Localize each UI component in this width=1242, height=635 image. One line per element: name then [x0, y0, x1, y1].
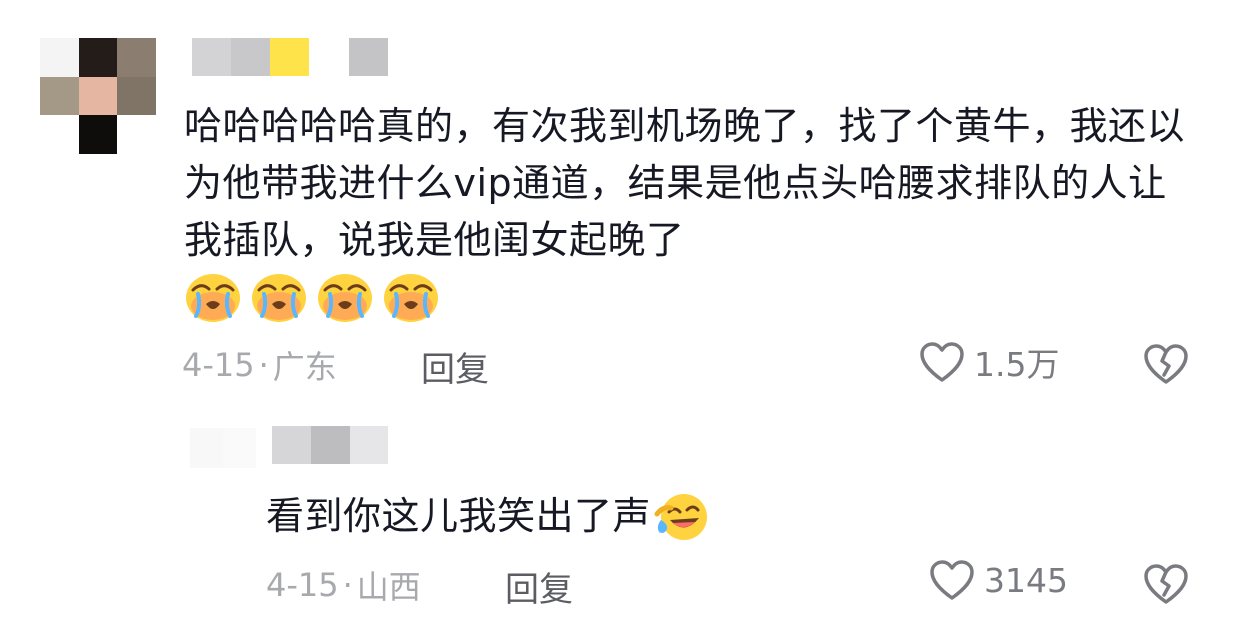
reply-date: 4-15 — [266, 566, 339, 604]
reply-reply-button[interactable]: 回复 — [505, 562, 573, 611]
meta-separator: · — [258, 346, 269, 384]
crying-face-icon — [318, 274, 372, 322]
reply-button[interactable]: 回复 — [421, 342, 489, 391]
like-count: 1.5万 — [974, 345, 1060, 384]
crying-face-icon — [186, 274, 240, 322]
reply-text-content: 看到你这儿我笑出了声 — [266, 494, 652, 538]
broken-heart-icon — [1144, 344, 1188, 384]
emoji-row — [184, 270, 440, 324]
crying-face-icon — [252, 274, 306, 322]
reply-location: 山西 — [356, 568, 421, 606]
reply-avatar[interactable] — [190, 428, 256, 468]
broken-heart-icon — [1144, 564, 1188, 604]
avatar[interactable] — [40, 38, 156, 154]
crying-face-icon — [384, 274, 438, 322]
meta-separator: · — [342, 566, 353, 604]
heart-icon — [920, 342, 964, 382]
username[interactable] — [192, 38, 388, 76]
reply-meta: 4-15 · 山西 — [266, 562, 421, 608]
comment-text: 哈哈哈哈哈真的，有次我到机场晚了，找了个黄牛，我还以为他带我进什么vip通道，结… — [184, 104, 1186, 262]
reply-like-button[interactable]: 3145 — [928, 558, 1068, 602]
reply-username[interactable] — [272, 426, 388, 464]
comment-meta: 4-15 · 广东 — [182, 342, 337, 388]
comment-date: 4-15 — [182, 346, 255, 384]
reply-like-count: 3145 — [984, 560, 1068, 600]
like-button[interactable]: 1.5万 — [918, 338, 1059, 386]
comment-location: 广东 — [272, 348, 337, 386]
reply-text: 看到你这儿我笑出了声 — [266, 488, 711, 545]
laughing-tears-icon — [654, 493, 708, 540]
heart-icon — [930, 560, 974, 600]
reply-dislike-button[interactable] — [1142, 562, 1190, 610]
dislike-button[interactable] — [1142, 342, 1190, 390]
